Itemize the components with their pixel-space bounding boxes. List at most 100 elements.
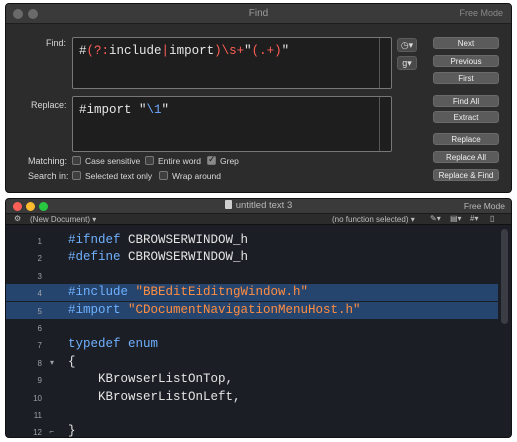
line-number-gutter: 1 2 3 4 5 6 7 8 ▾ 9 10 11 12 ⌐: [6, 226, 58, 437]
replace-button[interactable]: Replace: [433, 133, 499, 145]
gutter-row: 12 ⌐: [6, 423, 58, 437]
find-text-token: \s: [221, 44, 237, 58]
gutter-row: 5: [6, 301, 58, 319]
replace-text-token: #import ": [79, 103, 147, 117]
code-editor[interactable]: #ifndef CBROWSERWINDOW_h #define CBROWSER…: [58, 226, 511, 437]
find-text-token: include: [109, 44, 162, 58]
function-menu-label: (no function selected): [332, 215, 409, 224]
line-number: 6: [37, 324, 42, 333]
code-token: CBROWSERWINDOW_h: [128, 233, 249, 247]
editor-window: untitled text 3 Free Mode ⚙ (New Documen…: [5, 198, 512, 438]
window-title: Find: [248, 8, 269, 19]
code-line[interactable]: [58, 267, 498, 284]
selected-text-only-label[interactable]: Selected text only: [85, 171, 152, 181]
line-number: 9: [37, 376, 42, 386]
find-field[interactable]: #(?:include|import)\s+"(.+)": [72, 37, 392, 89]
code-line[interactable]: }: [58, 423, 498, 438]
code-token: #import: [68, 302, 129, 317]
entire-word-checkbox[interactable]: [145, 156, 154, 165]
document-info-icon[interactable]: ▯: [490, 214, 494, 223]
find-titlebar[interactable]: Find Free Mode: [6, 4, 511, 24]
line-number: 7: [37, 341, 42, 351]
code-line-text: typedef enum: [68, 337, 158, 351]
extract-button[interactable]: Extract: [433, 111, 499, 123]
replace-label: Replace:: [31, 100, 67, 110]
replace-and-find-button[interactable]: Replace & Find: [433, 169, 499, 181]
fold-toggle-icon[interactable]: ▾: [50, 358, 54, 367]
first-button[interactable]: First: [433, 72, 499, 84]
code-line[interactable]: KBrowserListOnLeft,: [58, 389, 498, 406]
find-window: Find Free Mode Find: #(?:include|import)…: [5, 3, 512, 193]
code-line[interactable]: #include "BBEditEiditngWindow.h": [58, 284, 498, 302]
replace-all-button[interactable]: Replace All: [433, 151, 499, 163]
history-button[interactable]: ◷▾: [397, 38, 417, 52]
find-text-token: import: [169, 44, 215, 58]
code-line[interactable]: typedef enum: [58, 336, 498, 353]
line-number: 8: [37, 358, 42, 368]
find-all-button[interactable]: Find All: [433, 95, 499, 107]
previous-button[interactable]: Previous: [433, 55, 499, 67]
code-line[interactable]: [58, 406, 498, 423]
grep-patterns-button[interactable]: g▾: [397, 56, 417, 70]
document-menu[interactable]: (New Document) ▾: [30, 215, 96, 224]
function-menu[interactable]: (no function selected) ▾: [332, 215, 415, 224]
pen-icon[interactable]: ✎▾: [430, 214, 441, 223]
gutter-row: 2: [6, 249, 58, 266]
find-text-token: +: [236, 44, 245, 58]
vertical-scrollbar[interactable]: [501, 229, 508, 324]
editor-title: untitled text 3: [6, 200, 511, 211]
code-line[interactable]: #ifndef CBROWSERWINDOW_h: [58, 232, 498, 249]
gutter-row: 8 ▾: [6, 354, 58, 371]
gutter-row: 3: [6, 267, 58, 284]
code-line[interactable]: KBrowserListOnTop,: [58, 371, 498, 388]
find-text-token: ": [281, 44, 290, 58]
fold-toggle-icon[interactable]: ⌐: [49, 427, 54, 436]
code-token: #define: [68, 250, 129, 265]
gutter-row: 4: [6, 284, 58, 302]
line-number: 11: [33, 411, 42, 420]
case-sensitive-label[interactable]: Case sensitive: [85, 156, 140, 166]
code-token: KBrowserListOnTop,: [68, 372, 234, 387]
code-token: "BBEditEiditngWindow.h": [135, 285, 309, 300]
next-button[interactable]: Next: [433, 37, 499, 49]
code-line[interactable]: #import "CDocumentNavigationMenuHost.h": [58, 301, 498, 319]
code-token: #include: [68, 285, 136, 300]
chevron-down-icon: ▾: [407, 58, 412, 68]
find-text-token: ): [214, 44, 222, 58]
code-line[interactable]: #define CBROWSERWINDOW_h: [58, 249, 498, 266]
grep-checkbox[interactable]: [207, 154, 216, 165]
code-token: }: [68, 424, 76, 438]
find-text-token: |: [161, 44, 170, 58]
gear-icon[interactable]: ⚙: [14, 214, 21, 223]
code-token: typedef enum: [68, 337, 159, 352]
code-line-text: KBrowserListOnLeft,: [68, 390, 241, 404]
replace-field-text: #import "\1": [79, 103, 169, 117]
code-token: KBrowserListOnLeft,: [68, 389, 241, 404]
case-sensitive-checkbox[interactable]: [72, 156, 81, 165]
code-token: #ifndef: [68, 233, 129, 247]
grep-label[interactable]: Grep: [220, 156, 239, 166]
editor-title-text: untitled text 3: [235, 200, 293, 211]
code-line[interactable]: {: [58, 354, 498, 371]
replace-field[interactable]: #import "\1": [72, 96, 392, 152]
editor-titlebar[interactable]: untitled text 3 Free Mode: [6, 199, 511, 213]
wrap-around-label[interactable]: Wrap around: [172, 171, 221, 181]
gutter-row: 6: [6, 319, 58, 336]
replace-field-scrollbar[interactable]: [379, 97, 391, 151]
entire-word-label[interactable]: Entire word: [158, 156, 201, 166]
hash-icon[interactable]: #▾: [470, 214, 478, 223]
line-number: 1: [37, 237, 42, 246]
code-line[interactable]: [58, 319, 498, 336]
selected-text-only-checkbox[interactable]: [72, 171, 81, 180]
code-line-text: {: [68, 355, 76, 369]
line-number: 4: [37, 289, 42, 299]
line-number: 10: [33, 393, 42, 403]
document-menu-label: (New Document): [30, 215, 91, 224]
gutter-row: 10: [6, 389, 58, 406]
mode-indicator: Free Mode: [459, 8, 503, 18]
find-field-scrollbar[interactable]: [379, 38, 391, 88]
editor-navbar: ⚙ (New Document) ▾ (no function selected…: [6, 213, 511, 225]
wrap-around-checkbox[interactable]: [159, 171, 168, 180]
clipboard-icon[interactable]: ▤▾: [450, 214, 462, 223]
find-label: Find:: [46, 38, 67, 48]
